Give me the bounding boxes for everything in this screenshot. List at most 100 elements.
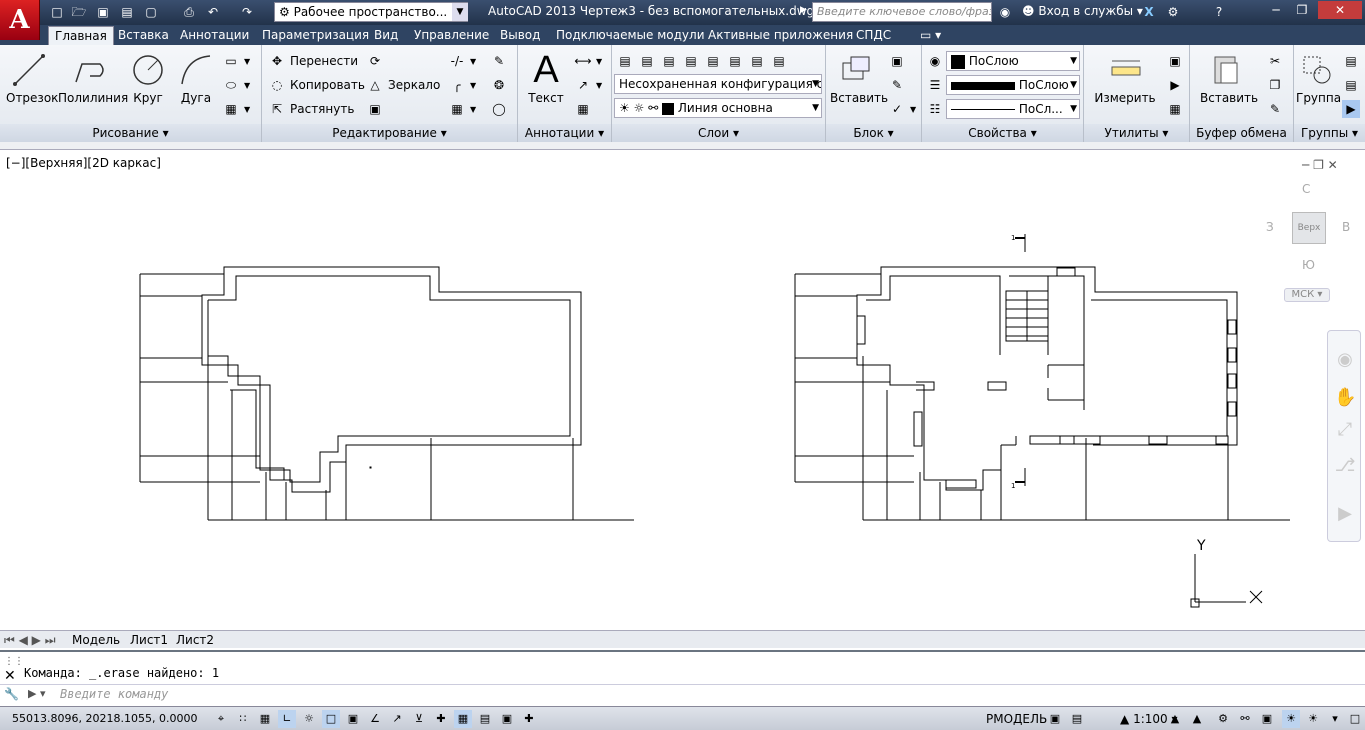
color-select[interactable]: ПоСлою ▼	[946, 51, 1080, 71]
scale-button[interactable]: ▣	[366, 99, 384, 119]
annotation-visibility-icon[interactable]: ▲	[1166, 710, 1184, 728]
text-button[interactable]: A Текст	[526, 49, 566, 106]
dimension-button[interactable]: ⟷ ▼	[574, 51, 602, 71]
expand-icon[interactable]: ▶	[800, 5, 807, 15]
lineweight-toggle-icon[interactable]: ✚	[432, 710, 450, 728]
minimize-button[interactable]: ─	[1264, 1, 1288, 19]
measure-button[interactable]: Измерить	[1094, 49, 1156, 105]
block-edit-button[interactable]: ✎	[888, 75, 906, 95]
annotation-panel-title[interactable]: Аннотации ▾	[518, 124, 611, 142]
quick-view-drawings-icon[interactable]: ▤	[1068, 710, 1086, 728]
osnap-icon[interactable]: □	[322, 710, 340, 728]
rotate-button[interactable]: ⟳	[366, 51, 384, 71]
dyn-icon[interactable]: ⊻	[410, 710, 428, 728]
mirror-button[interactable]: △ Зеркало	[366, 75, 440, 95]
tab-sheet1[interactable]: Лист1	[130, 632, 168, 648]
transparency-icon[interactable]: ▦	[454, 710, 472, 728]
copy-button[interactable]: ◌ Копировать	[268, 75, 365, 95]
command-input[interactable]: 🔧 ▶ ▾ Введите команду	[0, 684, 1365, 704]
ducs-icon[interactable]: ↗	[388, 710, 406, 728]
new-icon[interactable]: □	[48, 3, 66, 21]
bulb-icon[interactable]: ☀	[1304, 710, 1322, 728]
match-properties-icon[interactable]: ◉	[926, 51, 944, 71]
ortho-icon[interactable]: ∟	[278, 710, 296, 728]
viewcube-east[interactable]: В	[1342, 220, 1350, 234]
signin-button[interactable]: ☻ Вход в службы ▾	[1022, 4, 1143, 18]
grid-icon[interactable]: ▦	[256, 710, 274, 728]
save-as-icon[interactable]: ▤	[118, 3, 136, 21]
status-menu-icon[interactable]: ▾	[1326, 710, 1344, 728]
workspace-selector[interactable]: ⚙ Рабочее пространство...	[274, 2, 468, 22]
trim-button[interactable]: -/- ▼	[448, 51, 477, 71]
drawing-viewport[interactable]: [−][Верхняя][2D каркас] ─ ❐ ✕ 1 1 Y С З …	[0, 150, 1365, 630]
tab-output[interactable]: Вывод	[494, 26, 546, 45]
layer-select[interactable]: ☀ ☼ ⚯ Линия основна ▼	[614, 98, 822, 118]
workspace-switch-icon[interactable]: ⚙	[1214, 710, 1232, 728]
array-button[interactable]: ▦ ▼	[448, 99, 476, 119]
move-button[interactable]: ✥ Перенести	[268, 51, 358, 71]
fillet-button[interactable]: ╭ ▼	[448, 75, 476, 95]
draw-panel-title[interactable]: Рисование ▾	[0, 124, 261, 142]
explode-button[interactable]: ❂	[490, 75, 508, 95]
group-button[interactable]: Группа	[1296, 49, 1341, 105]
binoculars-icon[interactable]: ◉	[996, 3, 1014, 21]
lock-ui-icon[interactable]: ⚯	[1236, 710, 1254, 728]
utilities-panel-title[interactable]: Утилиты ▾	[1084, 124, 1189, 142]
snap-icon[interactable]: ∷	[234, 710, 252, 728]
quick-properties-icon[interactable]: ▤	[476, 710, 494, 728]
3d-osnap-icon[interactable]: ▣	[344, 710, 362, 728]
viewcube[interactable]: С З Верх В Ю МСК ▾	[1262, 180, 1358, 302]
viewcube-top-face[interactable]: Верх	[1292, 212, 1326, 244]
cut-button[interactable]: ✂	[1266, 51, 1284, 71]
viewcube-west[interactable]: З	[1266, 220, 1274, 234]
circle-button[interactable]: Круг	[128, 49, 168, 105]
layer-properties-icon[interactable]: ▤	[616, 52, 634, 70]
erase-button[interactable]: ✎	[490, 51, 508, 71]
group-edit-button[interactable]: ▤	[1342, 75, 1360, 95]
quick-view-layouts-icon[interactable]: ▣	[1046, 710, 1064, 728]
tab-nav-arrows[interactable]: ⏮ ◀ ▶ ⏭	[4, 632, 56, 648]
calculator-button[interactable]: ▦	[1166, 99, 1184, 119]
open-icon[interactable]: 🗁	[70, 3, 88, 21]
layer-walk-icon[interactable]: ▤	[770, 52, 788, 70]
ucs-menu[interactable]: МСК ▾	[1284, 288, 1330, 302]
command-prompt-icon[interactable]: ▶ ▾	[28, 687, 45, 700]
hatch-button[interactable]: ▦ ▼	[222, 99, 250, 119]
ellipse-button[interactable]: ⬭ ▼	[222, 75, 250, 95]
arc-button[interactable]: Дуга	[178, 49, 214, 105]
line-button[interactable]: Отрезок	[6, 49, 58, 105]
layer-match-icon[interactable]: ▤	[748, 52, 766, 70]
copy-clip-button[interactable]: ❐	[1266, 75, 1284, 95]
search-input[interactable]: Введите ключевое слово/фразу	[812, 2, 992, 22]
infer-constraints-icon[interactable]: ⌖	[212, 710, 230, 728]
tab-view[interactable]: Вид	[368, 26, 404, 45]
tab-home[interactable]: Главная	[48, 26, 114, 45]
block-panel-title[interactable]: Блок ▾	[826, 124, 921, 142]
plot-preview-icon[interactable]: ▢	[142, 3, 160, 21]
rectangle-button[interactable]: ▭ ▼	[222, 51, 250, 71]
leader-button[interactable]: ↗ ▼	[574, 75, 602, 95]
auto-scale-icon[interactable]: ▲	[1188, 710, 1206, 728]
help-icon[interactable]: ?	[1210, 3, 1228, 21]
polar-icon[interactable]: ☼	[300, 710, 318, 728]
tab-annotate[interactable]: Аннотации	[174, 26, 255, 45]
polyline-button[interactable]: Полилиния	[58, 49, 128, 105]
block-insert-button[interactable]: Вставить	[830, 49, 888, 105]
tab-spds[interactable]: СПДС	[850, 26, 897, 45]
layer-isolate-icon[interactable]: ▤	[638, 52, 656, 70]
clipboard-panel-title[interactable]: Буфер обмена	[1190, 124, 1293, 142]
connect-icon[interactable]: ⚙	[1164, 3, 1182, 21]
layer-unisolate-icon[interactable]: ▤	[660, 52, 678, 70]
select-similar-button[interactable]: ▶	[1166, 75, 1184, 95]
tab-insert[interactable]: Вставка	[112, 26, 175, 45]
close-icon[interactable]: ✕	[4, 668, 16, 684]
showmotion-icon[interactable]: ▶	[1334, 503, 1356, 525]
layer-state-select[interactable]: Несохраненная конфигурация слоя▼	[614, 74, 822, 94]
tab-manage[interactable]: Управление	[408, 26, 495, 45]
viewcube-north[interactable]: С	[1302, 182, 1310, 196]
clean-screen-icon[interactable]: □	[1346, 710, 1364, 728]
tab-apps[interactable]: Активные приложения	[702, 26, 859, 45]
wrench-icon[interactable]: 🔧	[4, 687, 19, 701]
selection-cycling-icon[interactable]: ▣	[498, 710, 516, 728]
properties-panel-title[interactable]: Свойства ▾	[922, 124, 1083, 142]
